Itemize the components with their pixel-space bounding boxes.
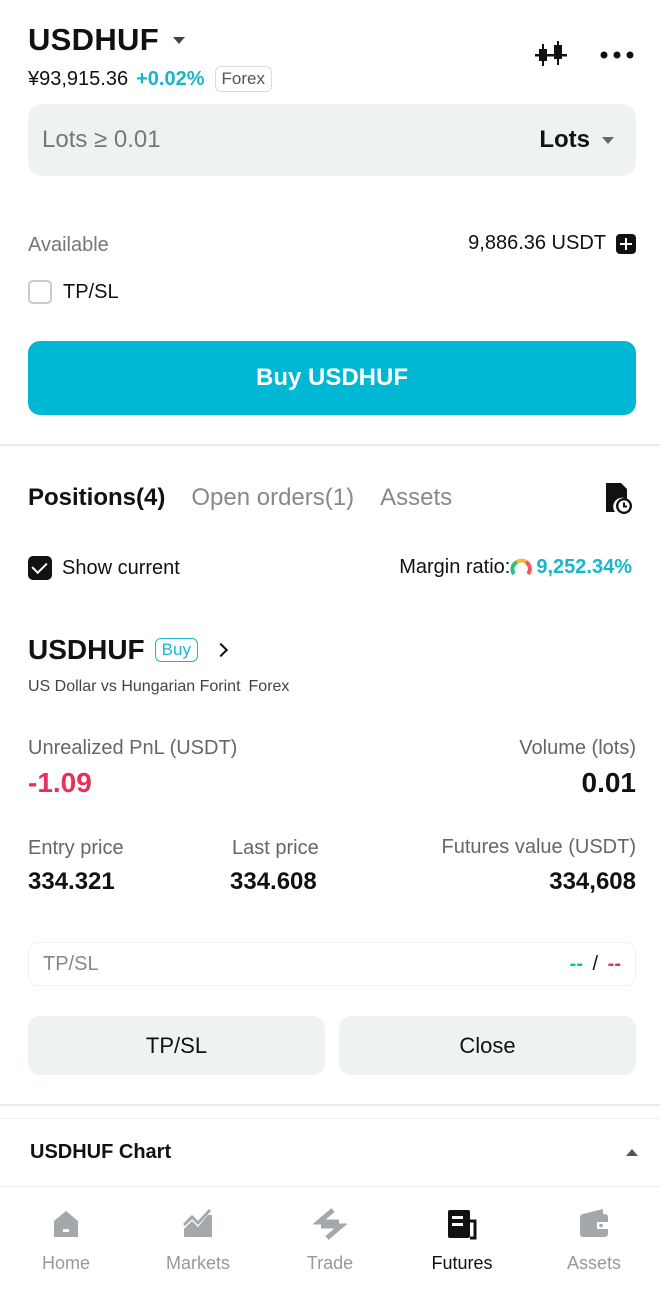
tpsl-checkbox-row[interactable]: TP/SL [28, 280, 119, 304]
futures-order-screen: USDHUF ¥93,915.36 +0.02% Forex Lots ≥ 0.… [0, 0, 660, 1296]
positions-tabs: Positions(4) Open orders(1) Assets [28, 484, 478, 512]
order-history-icon[interactable] [600, 480, 634, 516]
show-current-label: Show current [62, 556, 180, 579]
caret-down-icon [172, 36, 185, 44]
markets-icon [182, 1208, 212, 1237]
tab-positions[interactable]: Positions(4) [28, 484, 165, 512]
price-row: ¥93,915.36 +0.02% Forex [28, 66, 272, 92]
volume-label: Volume (lots) [519, 737, 636, 759]
position-description: US Dollar vs Hungarian Forint Forex [28, 678, 289, 696]
show-current-checkbox[interactable] [28, 556, 52, 580]
nav-home[interactable]: Home [0, 1187, 132, 1296]
lots-unit-label: Lots [539, 126, 590, 153]
volume-value: 0.01 [581, 767, 637, 798]
chart-section-title: USDHUF Chart [30, 1141, 172, 1163]
futures-value: 334,608 [549, 868, 636, 895]
nav-markets-label: Markets [165, 1253, 230, 1273]
buy-button[interactable]: Buy USDHUF [28, 341, 636, 415]
entry-price-value: 334.321 [28, 868, 115, 895]
trade-icon [313, 1208, 347, 1240]
market-tag: Forex [214, 66, 272, 92]
last-price-value: 334.608 [230, 868, 317, 895]
last-price-label: Last price [232, 837, 319, 859]
tab-open-orders[interactable]: Open orders(1) [191, 484, 354, 512]
chevron-right-icon [213, 642, 229, 658]
show-current-toggle[interactable]: Show current [28, 556, 180, 580]
tpsl-separator: / [592, 952, 599, 975]
current-price: ¥93,915.36 [28, 67, 129, 90]
home-icon [54, 1211, 78, 1237]
wallet-icon [580, 1209, 608, 1237]
margin-gauge-icon [510, 557, 533, 579]
chart-section-toggle[interactable]: USDHUF Chart [0, 1118, 660, 1186]
margin-ratio-label: Margin ratio: [399, 556, 511, 578]
tpsl-field-label: TP/SL [43, 952, 99, 975]
position-side-badge: Buy [154, 638, 198, 662]
lots-input[interactable]: Lots ≥ 0.01 Lots [28, 104, 636, 176]
tpsl-button[interactable]: TP/SL [28, 1016, 325, 1075]
futures-value-label: Futures value (USDT) [441, 836, 637, 858]
margin-ratio: Margin ratio: 9,252.34% [399, 556, 632, 579]
lots-unit-select[interactable]: Lots [539, 126, 614, 154]
lots-placeholder: Lots ≥ 0.01 [42, 126, 161, 153]
instrument-name: US Dollar vs Hungarian Forint [28, 678, 241, 695]
nav-trade[interactable]: Trade [264, 1187, 396, 1296]
sl-value: -- [607, 952, 621, 975]
bottom-navigation: Home Markets Trade Futures Assets [0, 1186, 660, 1296]
symbol-title: USDHUF [28, 22, 159, 57]
section-divider [0, 1104, 660, 1106]
tp-value: -- [569, 952, 583, 975]
add-funds-icon[interactable] [616, 233, 636, 254]
nav-futures[interactable]: Futures [396, 1187, 528, 1296]
instrument-market: Forex [248, 678, 290, 695]
nav-assets[interactable]: Assets [528, 1187, 660, 1296]
more-options-icon[interactable] [598, 38, 636, 72]
position-symbol: USDHUF [28, 634, 145, 665]
position-header[interactable]: USDHUF Buy [28, 634, 229, 666]
available-label: Available [28, 234, 109, 256]
tpsl-checkbox[interactable] [28, 280, 52, 304]
section-divider [0, 444, 660, 446]
available-balance: 9,886.36 USDT [468, 232, 636, 255]
margin-ratio-value: 9,252.34% [536, 556, 632, 578]
chevron-down-icon [602, 136, 614, 144]
available-value: 9,886.36 USDT [468, 232, 606, 254]
symbol-selector[interactable]: USDHUF [28, 22, 185, 58]
price-change: +0.02% [136, 67, 205, 90]
nav-futures-label: Futures [431, 1253, 493, 1273]
close-position-button[interactable]: Close [339, 1016, 636, 1075]
pnl-label: Unrealized PnL (USDT) [28, 737, 238, 759]
nav-home-label: Home [41, 1253, 90, 1273]
nav-markets[interactable]: Markets [132, 1187, 264, 1296]
futures-icon [448, 1210, 477, 1240]
tpsl-values: -- / -- [570, 953, 621, 976]
candlestick-chart-icon[interactable] [534, 38, 568, 72]
nav-trade-label: Trade [306, 1253, 354, 1273]
tpsl-field[interactable]: TP/SL -- / -- [28, 942, 636, 986]
tpsl-checkbox-label: TP/SL [63, 280, 119, 303]
tab-assets[interactable]: Assets [380, 484, 452, 512]
pnl-value: -1.09 [28, 767, 92, 798]
caret-up-icon [626, 1149, 638, 1156]
entry-price-label: Entry price [28, 837, 124, 859]
nav-assets-label: Assets [566, 1253, 622, 1273]
